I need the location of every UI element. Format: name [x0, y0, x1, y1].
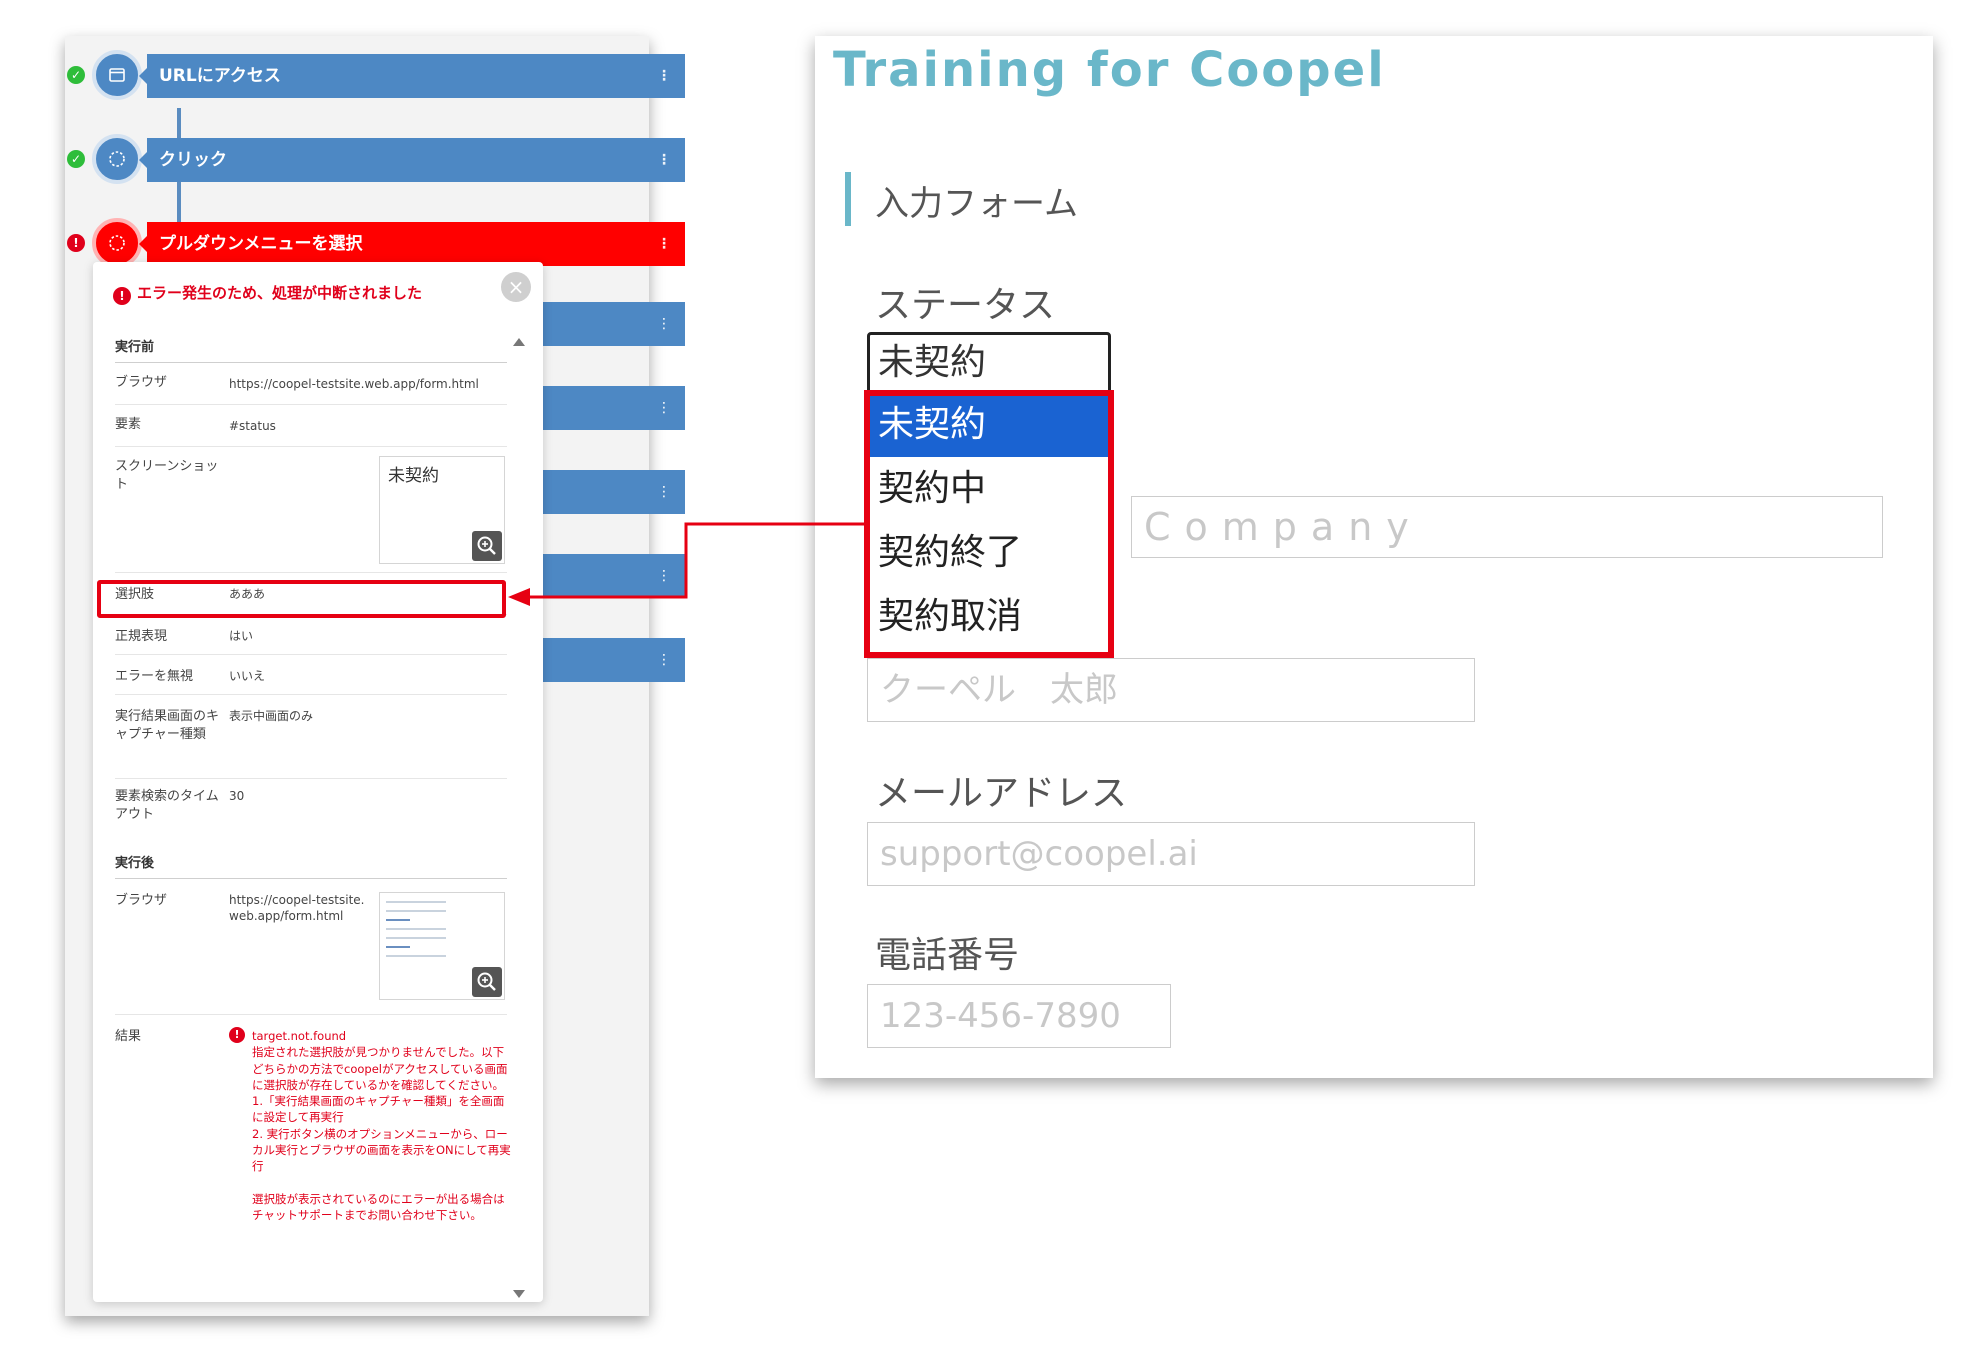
scroll-down-icon[interactable] [513, 1290, 525, 1298]
zoom-in-icon[interactable] [472, 531, 502, 561]
step-detail-popup: ! エラー発生のため、処理が中断されました × 実行前 ブラウザ https://… [93, 262, 543, 1302]
section-heading-after: 実行後 [115, 856, 155, 871]
kebab-menu-icon[interactable]: ⋮ [657, 138, 671, 182]
step-bar[interactable]: URLにアクセス ⋮ [139, 54, 685, 98]
ignore-error-value: いいえ [229, 669, 266, 683]
thumbnail-preview [386, 901, 446, 964]
browser-label: ブラウザ [115, 375, 168, 390]
capture-type-label: 実行結果画面のキャプチャー種類 [115, 709, 220, 742]
status-select[interactable]: 未契約 [867, 332, 1111, 398]
after-browser-value: https://coopel-testsite.web.app/form.htm… [229, 893, 365, 923]
divider [115, 404, 507, 405]
step-label: URLにアクセス [159, 66, 281, 86]
zoom-in-icon[interactable] [472, 967, 502, 997]
error-alert-icon: ! [113, 287, 131, 305]
divider [115, 778, 507, 779]
section-accent-bar [845, 172, 851, 226]
section-title: 入力フォーム [875, 184, 1078, 224]
workflow-step-hidden[interactable]: ⋮ [535, 302, 685, 346]
result-message: target.not.found 指定された選択肢が見つかりませんでした。以下ど… [252, 1029, 511, 1223]
close-button[interactable]: × [501, 272, 531, 302]
kebab-menu-icon[interactable]: ⋮ [657, 386, 671, 430]
success-check-icon: ✓ [67, 66, 85, 84]
timeout-value: 30 [229, 789, 245, 803]
section-heading-before: 実行前 [115, 340, 155, 355]
email-input[interactable]: support@coopel.ai [867, 822, 1475, 886]
divider [115, 694, 507, 695]
divider [115, 362, 507, 363]
element-label: 要素 [115, 417, 142, 432]
scroll-up-icon[interactable] [513, 338, 525, 346]
phone-input[interactable]: 123-456-7890 [867, 984, 1171, 1048]
kebab-menu-icon[interactable]: ⋮ [657, 554, 671, 598]
error-title-text: エラー発生のため、処理が中断されました [137, 284, 423, 302]
phone-label: 電話番号 [875, 935, 1020, 976]
regex-label: 正規表現 [115, 629, 168, 644]
error-alert-icon: ! [67, 234, 85, 252]
click-target-icon [92, 218, 142, 268]
error-alert-icon: ! [229, 1027, 245, 1043]
form-page: Training for Coopel 入力フォーム ステータス 未契約 Com… [815, 36, 1933, 1078]
choice-row-highlight [97, 580, 506, 618]
kebab-menu-icon[interactable]: ⋮ [657, 302, 671, 346]
after-screenshot-thumbnail[interactable] [379, 892, 505, 1000]
divider [115, 878, 507, 879]
app-title: Training for Coopel [833, 42, 1386, 98]
screenshot-label: スクリーンショット [115, 459, 219, 492]
name-input[interactable]: クーペル 太郎 [867, 658, 1475, 722]
workflow-step-url-access[interactable]: ✓ URLにアクセス ⋮ [65, 50, 685, 100]
dropdown-highlight [864, 390, 1114, 658]
result-label: 結果 [115, 1029, 142, 1044]
workflow-step-hidden[interactable]: ⋮ [535, 470, 685, 514]
divider [115, 446, 507, 447]
divider [115, 572, 507, 573]
error-title: ! エラー発生のため、処理が中断されました [113, 282, 422, 305]
kebab-menu-icon[interactable]: ⋮ [657, 222, 671, 266]
screenshot-thumbnail[interactable]: 未契約 [379, 456, 505, 564]
timeout-label: 要素検索のタイムアウト [115, 789, 219, 822]
workflow-step-hidden[interactable]: ⋮ [535, 638, 685, 682]
screenshot-text: 未契約 [388, 466, 439, 486]
browser-value: https://coopel-testsite.web.app/form.htm… [229, 377, 479, 391]
kebab-menu-icon[interactable]: ⋮ [657, 470, 671, 514]
step-bar[interactable]: クリック ⋮ [139, 138, 685, 182]
step-bar[interactable]: プルダウンメニューを選択 ⋮ [139, 222, 685, 266]
company-input[interactable]: Company [1131, 496, 1883, 558]
element-value: #status [229, 419, 276, 433]
after-browser-label: ブラウザ [115, 893, 168, 908]
workflow-step-hidden[interactable]: ⋮ [535, 554, 685, 598]
click-target-icon [92, 134, 142, 184]
capture-type-value: 表示中画面のみ [229, 709, 314, 723]
regex-value: はい [229, 629, 254, 643]
email-label: メールアドレス [875, 773, 1128, 814]
browser-window-icon [92, 50, 142, 100]
workflow-step-click[interactable]: ✓ クリック ⋮ [65, 134, 685, 184]
ignore-error-label: エラーを無視 [115, 669, 194, 684]
step-label: プルダウンメニューを選択 [159, 234, 363, 254]
divider [115, 654, 507, 655]
status-label: ステータス [875, 285, 1056, 326]
kebab-menu-icon[interactable]: ⋮ [657, 54, 671, 98]
workflow-step-select-dropdown[interactable]: ! プルダウンメニューを選択 ⋮ [65, 218, 685, 268]
success-check-icon: ✓ [67, 150, 85, 168]
step-label: クリック [159, 150, 227, 170]
workflow-step-hidden[interactable]: ⋮ [535, 386, 685, 430]
divider [115, 1014, 507, 1015]
kebab-menu-icon[interactable]: ⋮ [657, 638, 671, 682]
